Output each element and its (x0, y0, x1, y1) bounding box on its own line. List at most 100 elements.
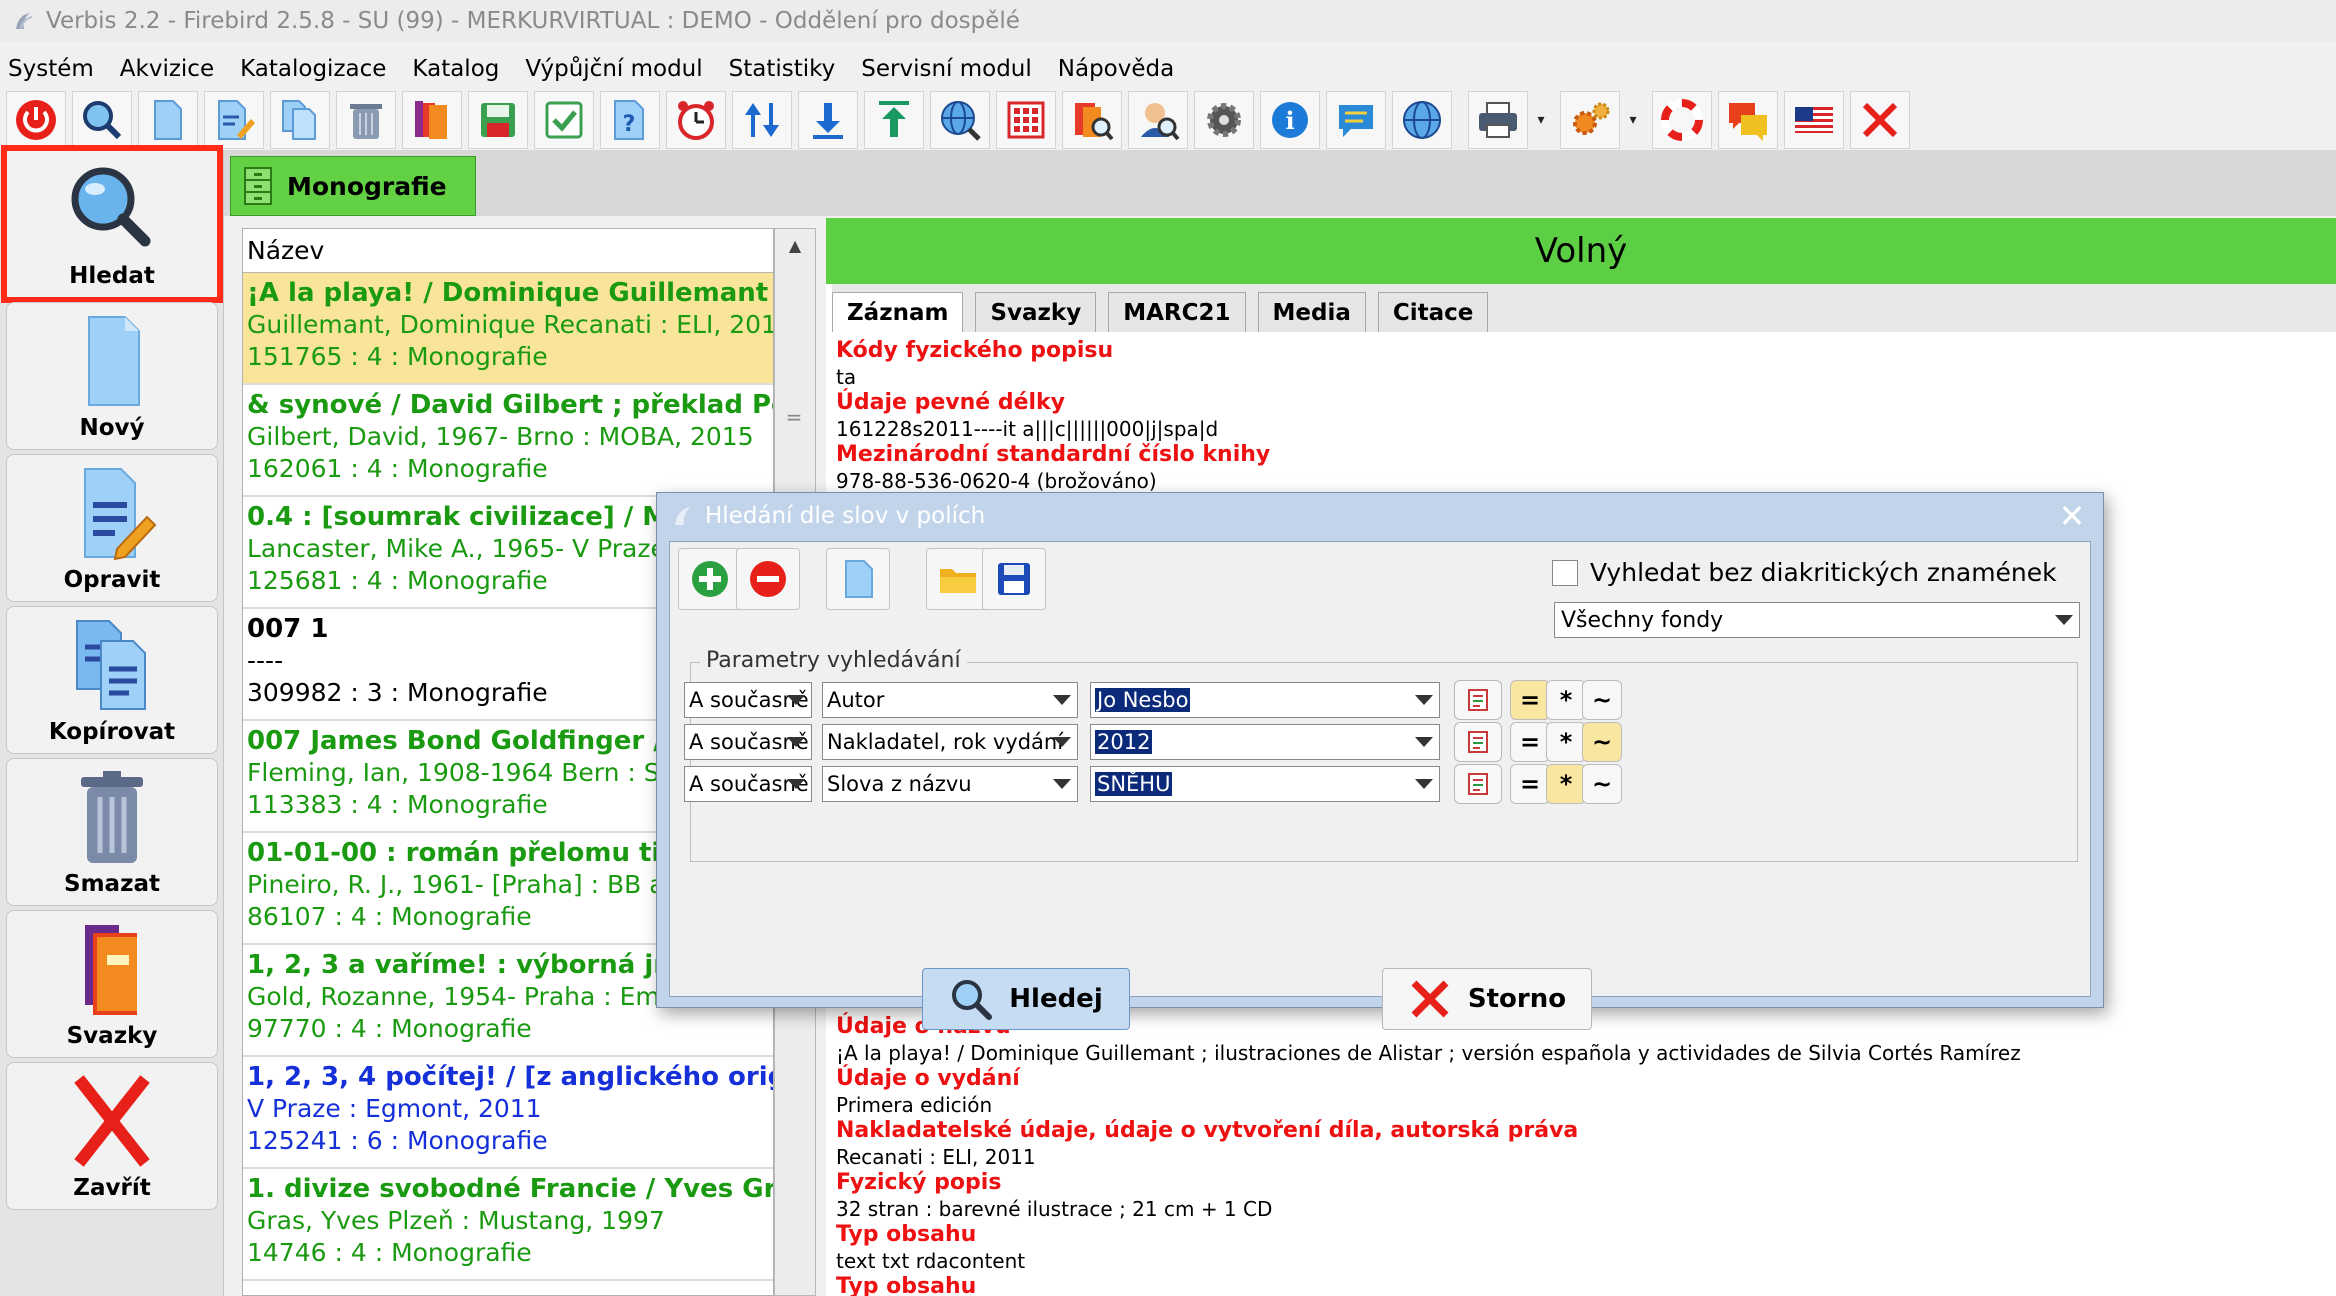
menu-vypujcni-modul[interactable]: Výpůjční modul (525, 56, 702, 82)
field-select[interactable]: Nakladatel, rok vydání (822, 724, 1078, 760)
download-icon (813, 103, 843, 139)
field-label: Kódy fyzického popisu (836, 338, 1114, 363)
menu-katalogizace[interactable]: Katalogizace (240, 56, 386, 82)
menu-system[interactable]: Systém (8, 56, 94, 82)
chat-icon (1729, 103, 1767, 141)
message-toolbar-button[interactable] (1326, 91, 1386, 149)
power-button[interactable] (6, 91, 66, 149)
dialog-close-button[interactable]: ✕ (2055, 497, 2089, 535)
check-toolbar-button[interactable] (534, 91, 594, 149)
value-input[interactable]: SNĚHU (1090, 766, 1440, 802)
match-op-button[interactable]: * (1546, 680, 1586, 720)
delete-toolbar-button[interactable] (336, 91, 396, 149)
info-toolbar-button[interactable]: i (1260, 91, 1320, 149)
dialog-title-bar[interactable]: Hledání dle slov v polích (657, 493, 2103, 539)
save-query-button[interactable] (982, 548, 1046, 610)
gears-dropdown-arrow[interactable]: ▾ (1626, 91, 1640, 149)
fond-select[interactable]: Všechny fondy (1554, 602, 2080, 638)
person-search-toolbar-button[interactable] (1128, 91, 1188, 149)
sidebar-copy-button[interactable]: Kopírovat (6, 606, 218, 754)
list-column-header[interactable]: Název (243, 229, 773, 273)
sidebar-delete-button[interactable]: Smazat (6, 758, 218, 906)
add-row-button[interactable] (678, 548, 742, 610)
new-query-button[interactable] (826, 548, 890, 610)
operator-select[interactable]: A současně (684, 682, 812, 718)
sidebar-search-button[interactable]: Hledat (1, 145, 223, 303)
tab-marc21[interactable]: MARC21 (1108, 292, 1246, 332)
remove-row-button[interactable] (736, 548, 800, 610)
help-toolbar-button[interactable]: ? (600, 91, 660, 149)
sidebar-new-button[interactable]: Nový (6, 302, 218, 450)
save-toolbar-button[interactable] (468, 91, 528, 149)
tab-svazky[interactable]: Svazky (975, 292, 1097, 332)
book-search-toolbar-button[interactable] (1062, 91, 1122, 149)
edit-document-icon (218, 100, 255, 140)
tab-zaznam[interactable]: Záznam (832, 292, 964, 332)
close-toolbar-button[interactable] (1850, 91, 1910, 149)
index-lookup-button[interactable] (1454, 764, 1502, 804)
diacritics-checkbox[interactable] (1552, 560, 1578, 586)
new-toolbar-button[interactable] (138, 91, 198, 149)
sidebar-close-button[interactable]: Zavřít (6, 1062, 218, 1210)
print-toolbar-button[interactable] (1468, 91, 1528, 149)
menu-statistiky[interactable]: Statistiky (729, 56, 836, 82)
language-toolbar-button[interactable] (1784, 91, 1844, 149)
match-op-button[interactable]: * (1546, 764, 1586, 804)
edit-toolbar-button[interactable] (204, 91, 264, 149)
value-input[interactable]: 2012 (1090, 724, 1440, 760)
list-item-author: Guillemant, Dominique Recanati : ELI, 20… (247, 310, 773, 339)
lifebuoy-toolbar-button[interactable] (1652, 91, 1712, 149)
upload-toolbar-button[interactable] (864, 91, 924, 149)
operator-select[interactable]: A současně (684, 724, 812, 760)
settings-icon (1207, 103, 1241, 137)
copy-toolbar-button[interactable] (270, 91, 330, 149)
volumes-toolbar-button[interactable] (402, 91, 462, 149)
alarm-toolbar-button[interactable] (666, 91, 726, 149)
match-op-button[interactable]: = (1510, 764, 1550, 804)
sidebar-new-label: Nový (79, 415, 145, 441)
index-lookup-button[interactable] (1454, 680, 1502, 720)
download-toolbar-button[interactable] (798, 91, 858, 149)
match-op-button[interactable]: = (1510, 722, 1550, 762)
sidebar-copy-label: Kopírovat (48, 719, 176, 745)
list-item[interactable]: & synové / David Gilbert ; překlad Pet..… (243, 385, 773, 497)
list-item-meta: 14746 : 4 : Monografie (247, 1238, 532, 1267)
match-op-button[interactable]: ~ (1582, 722, 1622, 762)
menu-katalog[interactable]: Katalog (412, 56, 499, 82)
sort-toolbar-button[interactable] (732, 91, 792, 149)
operator-select[interactable]: A současně (684, 766, 812, 802)
value-input[interactable]: Jo Nesbo (1090, 682, 1440, 718)
sidebar-volumes-button[interactable]: Svazky (6, 910, 218, 1058)
chat-toolbar-button[interactable] (1718, 91, 1778, 149)
settings-toolbar-button[interactable] (1194, 91, 1254, 149)
match-op-button[interactable]: ~ (1582, 680, 1622, 720)
print-dropdown-arrow[interactable]: ▾ (1534, 91, 1548, 149)
scroll-up-arrow[interactable]: ▲ (775, 229, 815, 261)
sidebar-edit-button[interactable]: Opravit (6, 454, 218, 602)
match-op-button[interactable]: = (1510, 680, 1550, 720)
search-button[interactable]: Hledej (922, 968, 1130, 1030)
index-lookup-button[interactable] (1454, 722, 1502, 762)
help-icon: ? (614, 100, 644, 140)
menu-servisni-modul[interactable]: Servisní modul (861, 56, 1032, 82)
search-toolbar-button[interactable] (72, 91, 132, 149)
match-op-button[interactable]: ~ (1582, 764, 1622, 804)
globe-toolbar-button[interactable] (1392, 91, 1452, 149)
match-op-button[interactable]: * (1546, 722, 1586, 762)
open-query-button[interactable] (926, 548, 990, 610)
tab-citace[interactable]: Citace (1377, 292, 1489, 332)
grid-toolbar-button[interactable] (996, 91, 1056, 149)
cancel-button[interactable]: Storno (1382, 968, 1592, 1030)
field-select[interactable]: Slova z názvu (822, 766, 1078, 802)
list-item[interactable]: 1, 2, 3, 4 počítej! / [z anglického orig… (243, 1057, 773, 1169)
tab-media[interactable]: Media (1257, 292, 1366, 332)
field-select[interactable]: Autor (822, 682, 1078, 718)
gears-toolbar-button[interactable] (1560, 91, 1620, 149)
list-item[interactable]: 1. divize svobodné Francie / Yves Gra...… (243, 1169, 773, 1281)
menu-napoveda[interactable]: Nápověda (1058, 56, 1174, 82)
tab-monografie[interactable]: Monografie (230, 156, 476, 216)
scroll-thumb[interactable]: = (783, 405, 805, 429)
list-item[interactable]: ¡A la playa! / Dominique Guillemant ; il… (243, 273, 773, 385)
menu-akvizice[interactable]: Akvizice (120, 56, 214, 82)
globe-search-toolbar-button[interactable] (930, 91, 990, 149)
